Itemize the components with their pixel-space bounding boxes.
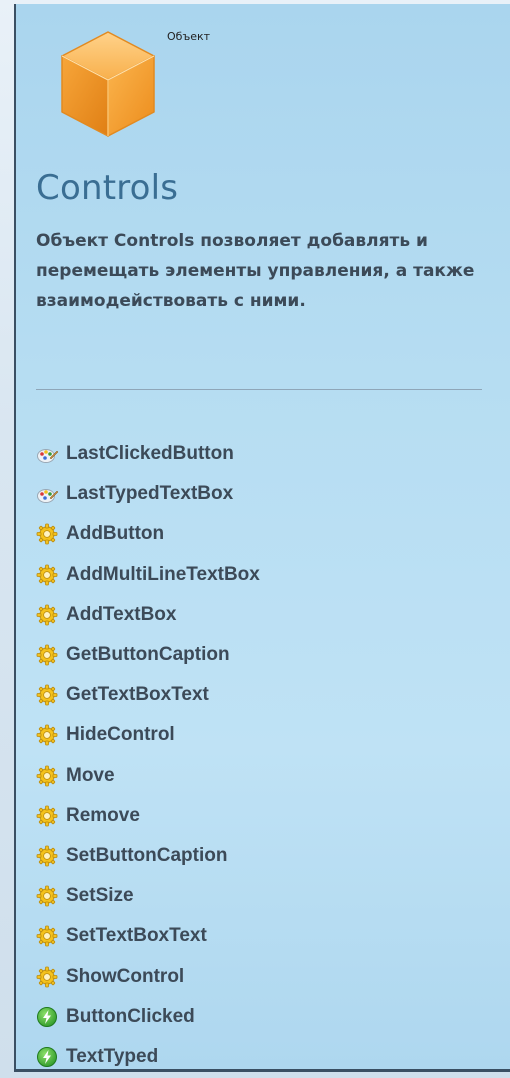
member-name: ButtonClicked <box>66 1005 195 1027</box>
event-icon <box>37 1046 57 1067</box>
method-icon <box>36 845 58 867</box>
method-icon <box>36 564 58 586</box>
member-item[interactable]: HideControl <box>36 715 260 755</box>
property-icon <box>37 489 58 504</box>
member-name: LastTypedTextBox <box>66 483 234 505</box>
property-icon <box>37 449 58 464</box>
method-icon <box>36 925 58 947</box>
method-icon <box>36 765 58 786</box>
member-item[interactable]: ShowControl <box>36 956 260 996</box>
member-item[interactable]: SetButtonCaption <box>36 836 260 876</box>
member-item[interactable]: TextTyped <box>36 1037 260 1077</box>
section-divider <box>36 389 482 390</box>
member-name: AddButton <box>66 523 165 545</box>
member-name: Move <box>66 764 115 786</box>
method-icon <box>36 644 58 666</box>
method-icon <box>36 805 58 827</box>
member-item[interactable]: GetTextBoxText <box>36 675 260 715</box>
member-name: SetSize <box>66 885 134 907</box>
member-name: ShowControl <box>66 965 185 987</box>
member-name: HideControl <box>66 724 175 746</box>
member-item[interactable]: AddMultiLineTextBox <box>36 555 260 595</box>
member-item[interactable]: LastTypedTextBox <box>36 474 260 514</box>
member-list: LastClickedButton LastTypedTextBox AddBu… <box>36 434 260 1077</box>
method-icon <box>36 725 58 746</box>
object-info-panel: Объект Controls Объект Controls позволяе… <box>14 4 510 1072</box>
page-title: Controls <box>36 168 179 208</box>
object-type-label: Объект <box>167 30 211 43</box>
object-cube-icon <box>61 31 155 137</box>
member-name: LastClickedButton <box>66 443 234 465</box>
member-item[interactable]: AddButton <box>36 514 260 554</box>
event-icon <box>37 1006 57 1027</box>
method-icon <box>36 966 58 987</box>
method-icon <box>36 885 58 907</box>
member-name: TextTyped <box>66 1045 159 1067</box>
member-name: SetButtonCaption <box>66 844 228 866</box>
method-icon <box>36 684 58 706</box>
member-name: AddTextBox <box>66 603 177 625</box>
member-item[interactable]: AddTextBox <box>36 595 260 635</box>
member-item[interactable]: SetSize <box>36 876 260 916</box>
method-icon <box>36 524 58 545</box>
member-name: Remove <box>66 804 140 826</box>
member-item[interactable]: Move <box>36 756 260 796</box>
member-name: GetButtonCaption <box>66 644 230 666</box>
method-icon <box>36 604 58 626</box>
member-item[interactable]: LastClickedButton <box>36 434 260 474</box>
member-item[interactable]: SetTextBoxText <box>36 916 260 956</box>
member-item[interactable]: Remove <box>36 796 260 836</box>
member-name: SetTextBoxText <box>66 925 207 947</box>
member-name: AddMultiLineTextBox <box>66 563 260 585</box>
window-frame: Объект Controls Объект Controls позволяе… <box>0 0 510 1078</box>
member-name: GetTextBoxText <box>66 684 209 706</box>
member-item[interactable]: ButtonClicked <box>36 997 260 1037</box>
member-item[interactable]: GetButtonCaption <box>36 635 260 675</box>
object-description: Объект Controls позволяет добавлять и пе… <box>36 231 475 311</box>
